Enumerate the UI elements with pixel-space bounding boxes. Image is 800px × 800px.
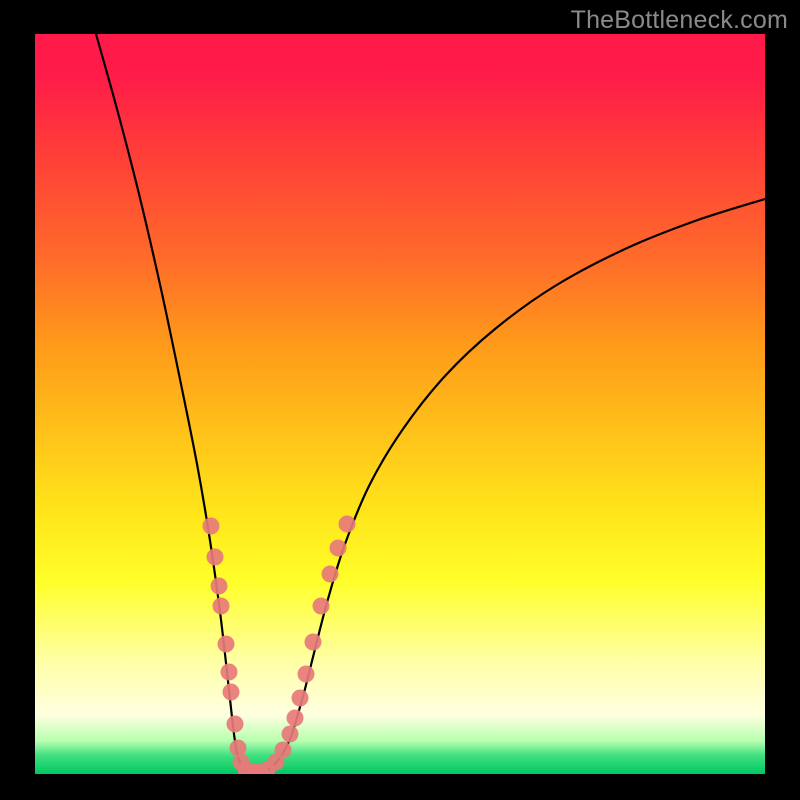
data-marker <box>223 684 240 701</box>
data-marker <box>211 578 228 595</box>
data-marker <box>305 634 322 651</box>
data-marker <box>213 598 230 615</box>
data-marker <box>227 716 244 733</box>
data-marker <box>298 666 315 683</box>
data-marker <box>322 566 339 583</box>
data-marker <box>207 549 224 566</box>
data-marker <box>282 726 299 743</box>
data-marker <box>203 518 220 535</box>
plot-area <box>35 34 765 774</box>
watermark-text: TheBottleneck.com <box>571 6 788 35</box>
data-marker <box>275 742 292 759</box>
data-marker <box>287 710 304 727</box>
bottleneck-curve <box>96 34 765 772</box>
curve-layer <box>35 34 765 774</box>
data-marker <box>313 598 330 615</box>
data-marker <box>330 540 347 557</box>
data-marker <box>218 636 235 653</box>
data-marker <box>221 664 238 681</box>
data-marker <box>230 740 247 757</box>
data-marker <box>339 516 356 533</box>
data-markers <box>203 516 356 775</box>
data-marker <box>292 690 309 707</box>
chart-frame: TheBottleneck.com <box>0 0 800 800</box>
